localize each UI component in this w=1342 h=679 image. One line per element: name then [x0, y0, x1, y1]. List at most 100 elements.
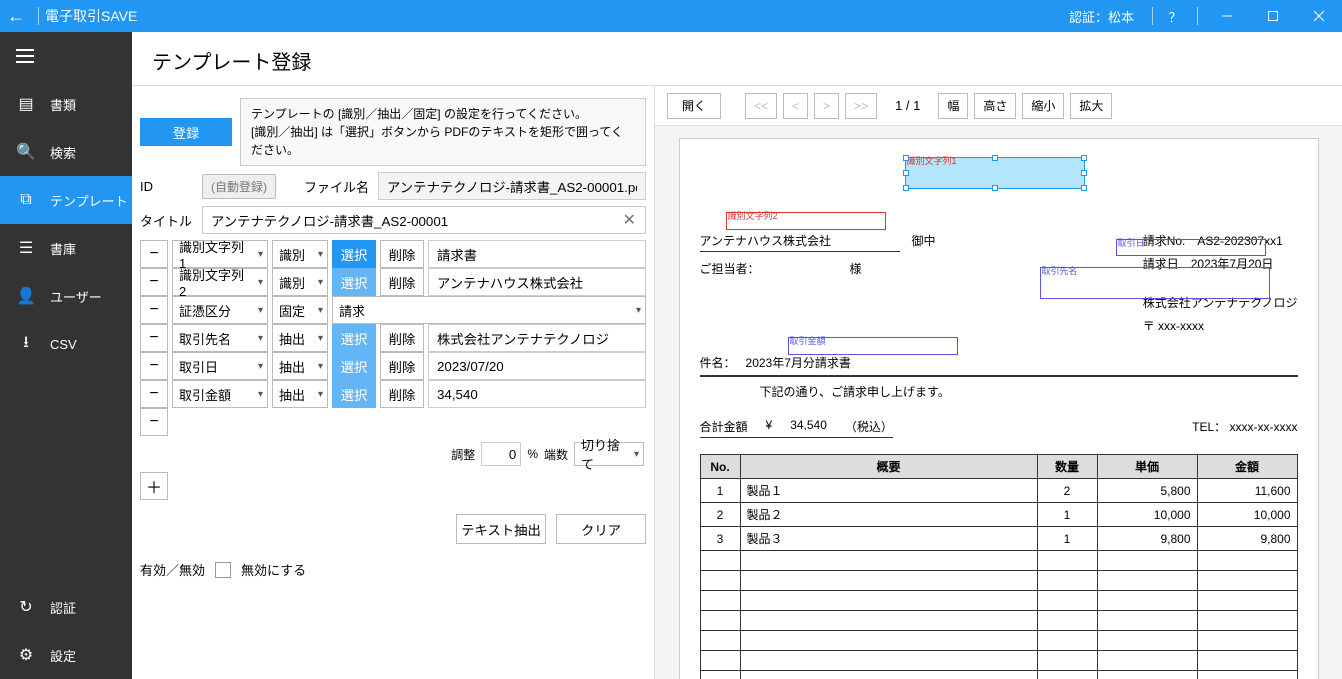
close-button[interactable] [1296, 0, 1342, 32]
field-name-dropdown[interactable]: 識別文字列2 [172, 268, 268, 296]
field-name-dropdown[interactable]: 証憑区分 [172, 296, 268, 324]
prev-page-button[interactable]: < [783, 93, 808, 119]
select-button[interactable]: 選択 [332, 352, 376, 380]
value-dropdown[interactable]: 請求 [332, 296, 646, 324]
remove-row-button[interactable]: − [140, 352, 168, 380]
field-name-dropdown[interactable]: 取引先名 [172, 324, 268, 352]
add-row-button[interactable]: ＋ [140, 472, 168, 500]
select-button[interactable]: 選択 [332, 240, 376, 268]
value-input[interactable] [428, 380, 646, 408]
sidebar-item-template[interactable]: ⧉ テンプレート [0, 176, 132, 224]
hint-text: テンプレートの [識別／抽出／固定] の設定を行ってください。 [識別／抽出] … [240, 98, 646, 166]
doc-table: No. 概要 数量 単価 金額 1製品１25,80011,6002製品２110,… [700, 454, 1298, 679]
adjust-label: 調整 [451, 446, 475, 463]
extract-text-button[interactable]: テキスト抽出 [456, 514, 546, 544]
maximize-button[interactable] [1250, 0, 1296, 32]
value-input[interactable] [428, 352, 646, 380]
select-button[interactable]: 選択 [332, 324, 376, 352]
remove-row-button[interactable]: − [140, 268, 168, 296]
sidebar-item-settings[interactable]: ⚙ 設定 [0, 631, 132, 679]
hamburger-button[interactable] [0, 32, 132, 80]
id-auto-chip: (自動登録) [202, 174, 276, 199]
value-input[interactable] [428, 240, 646, 268]
field-name-dropdown[interactable]: 識別文字列1 [172, 240, 268, 268]
field-type-dropdown[interactable]: 抽出 [272, 380, 328, 408]
field-type-dropdown[interactable]: 識別 [272, 240, 328, 268]
clear-button[interactable]: クリア [556, 514, 646, 544]
refresh-icon: ↻ [16, 597, 36, 617]
id-label: ID [140, 179, 194, 194]
first-page-button[interactable]: << [745, 93, 777, 119]
register-button[interactable]: 登録 [140, 118, 232, 146]
sidebar-item-csv[interactable]: ⭳ CSV [0, 320, 132, 368]
value-input[interactable] [428, 268, 646, 296]
select-button[interactable]: 選択 [332, 380, 376, 408]
percent-label: % [527, 447, 538, 461]
last-page-button[interactable]: >> [845, 93, 877, 119]
field-type-dropdown[interactable]: 固定 [272, 296, 328, 324]
help-button[interactable]: ？ [1159, 7, 1191, 26]
divider [38, 7, 39, 25]
field-type-dropdown[interactable]: 識別 [272, 268, 328, 296]
selection-id-string-2[interactable]: 識別文字列2 [726, 212, 886, 230]
sidebar-item-archive[interactable]: ☰ 書庫 [0, 224, 132, 272]
sidebar-item-label: 認証 [50, 598, 76, 617]
title-label: タイトル [140, 211, 194, 230]
delete-button[interactable]: 削除 [380, 352, 424, 380]
zoom-out-button[interactable]: 縮小 [1022, 93, 1064, 119]
user-icon: 👤 [16, 286, 36, 306]
fit-height-button[interactable]: 高さ [974, 93, 1016, 119]
remove-row-button[interactable]: − [140, 240, 168, 268]
filename-label: ファイル名 [304, 177, 370, 196]
field-type-dropdown[interactable]: 抽出 [272, 324, 328, 352]
selection-amount[interactable]: 取引金額 [788, 337, 958, 355]
adjust-input[interactable] [481, 442, 521, 466]
divider [1152, 7, 1153, 25]
document-icon: ▤ [16, 94, 36, 114]
search-icon: 🔍 [16, 142, 36, 162]
disable-checkbox[interactable] [215, 562, 231, 578]
delete-button[interactable]: 削除 [380, 324, 424, 352]
sidebar-item-documents[interactable]: ▤ 書類 [0, 80, 132, 128]
selection-partner[interactable]: 取引先名 [1040, 267, 1270, 299]
sidebar-item-user[interactable]: 👤 ユーザー [0, 272, 132, 320]
template-icon: ⧉ [16, 191, 36, 209]
selection-date[interactable]: 取引日 [1116, 239, 1266, 256]
divider [1197, 7, 1198, 25]
back-button[interactable]: ← [0, 6, 32, 27]
gear-icon: ⚙ [16, 645, 36, 665]
minimize-button[interactable] [1204, 0, 1250, 32]
sidebar-item-label: テンプレート [50, 191, 128, 210]
field-name-dropdown[interactable]: 取引金額 [172, 380, 268, 408]
delete-button[interactable]: 削除 [380, 268, 424, 296]
delete-button[interactable]: 削除 [380, 240, 424, 268]
preview-scroll[interactable]: 識別文字列1 識別文字列2 取引日 取引先名 [655, 126, 1342, 679]
zoom-in-button[interactable]: 拡大 [1070, 93, 1112, 119]
sidebar-item-auth[interactable]: ↻ 認証 [0, 583, 132, 631]
fraction-dropdown[interactable]: 切り捨て [574, 442, 644, 466]
delete-button[interactable]: 削除 [380, 380, 424, 408]
remove-row-button[interactable]: − [140, 408, 168, 436]
remove-row-button[interactable]: − [140, 324, 168, 352]
select-button[interactable]: 選択 [332, 268, 376, 296]
sidebar-item-search[interactable]: 🔍 検索 [0, 128, 132, 176]
fit-width-button[interactable]: 幅 [938, 93, 968, 119]
field-name-dropdown[interactable]: 取引日 [172, 352, 268, 380]
sidebar-item-label: 検索 [50, 143, 76, 162]
selection-id-string-1[interactable]: 識別文字列1 [905, 157, 1085, 189]
value-input[interactable] [428, 324, 646, 352]
remove-row-button[interactable]: − [140, 296, 168, 324]
clear-title-button[interactable]: ✕ [623, 210, 636, 230]
next-page-button[interactable]: > [814, 93, 839, 119]
auth-label: 認証：松本 [1069, 7, 1134, 26]
remove-row-button[interactable]: − [140, 380, 168, 408]
hamburger-icon [16, 55, 34, 57]
fraction-label: 端数 [544, 446, 568, 463]
filename-field [378, 172, 646, 200]
pdf-page[interactable]: 識別文字列1 識別文字列2 取引日 取引先名 [679, 138, 1319, 679]
title-field[interactable] [202, 206, 646, 234]
download-icon: ⭳ [16, 331, 36, 358]
doc-partner: アンテナハウス株式会社 [700, 232, 900, 252]
field-type-dropdown[interactable]: 抽出 [272, 352, 328, 380]
open-button[interactable]: 開く [667, 93, 721, 119]
